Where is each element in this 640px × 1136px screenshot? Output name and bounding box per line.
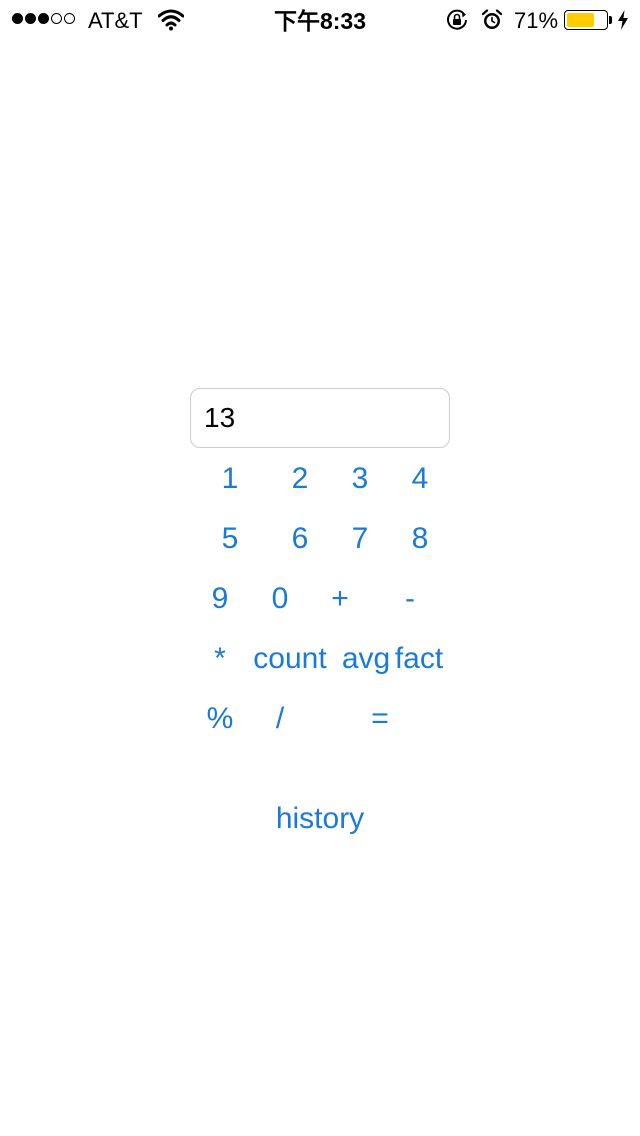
key-1-button[interactable]: 1 <box>222 459 239 499</box>
count-button[interactable]: count <box>253 639 326 679</box>
alarm-icon <box>481 9 503 29</box>
orientation-lock-icon <box>447 9 467 30</box>
minus-button[interactable]: - <box>405 579 415 619</box>
divide-button[interactable]: / <box>276 699 284 739</box>
key-7-button[interactable]: 7 <box>352 519 369 559</box>
equals-button[interactable]: = <box>371 699 389 739</box>
battery-icon <box>564 10 608 30</box>
charging-bolt-icon <box>618 10 628 30</box>
percent-button[interactable]: % <box>207 699 234 739</box>
status-bar: AT&T 下午8:33 71% <box>0 0 640 40</box>
key-3-button[interactable]: 3 <box>352 459 369 499</box>
key-8-button[interactable]: 8 <box>412 519 429 559</box>
battery-level-fill <box>567 13 594 27</box>
battery-percentage: 71% <box>514 8 559 33</box>
plus-button[interactable]: + <box>331 579 349 619</box>
battery-tip <box>609 16 612 24</box>
key-0-button[interactable]: 0 <box>272 579 289 619</box>
multiply-button[interactable]: * <box>214 639 226 679</box>
key-9-button[interactable]: 9 <box>212 579 229 619</box>
avg-button[interactable]: avg <box>342 639 390 679</box>
fact-button[interactable]: fact <box>395 639 443 679</box>
key-6-button[interactable]: 6 <box>292 519 309 559</box>
key-5-button[interactable]: 5 <box>222 519 239 559</box>
key-2-button[interactable]: 2 <box>292 459 309 499</box>
calculator-display-field[interactable] <box>190 388 450 448</box>
history-button[interactable]: history <box>276 799 364 839</box>
key-4-button[interactable]: 4 <box>412 459 429 499</box>
